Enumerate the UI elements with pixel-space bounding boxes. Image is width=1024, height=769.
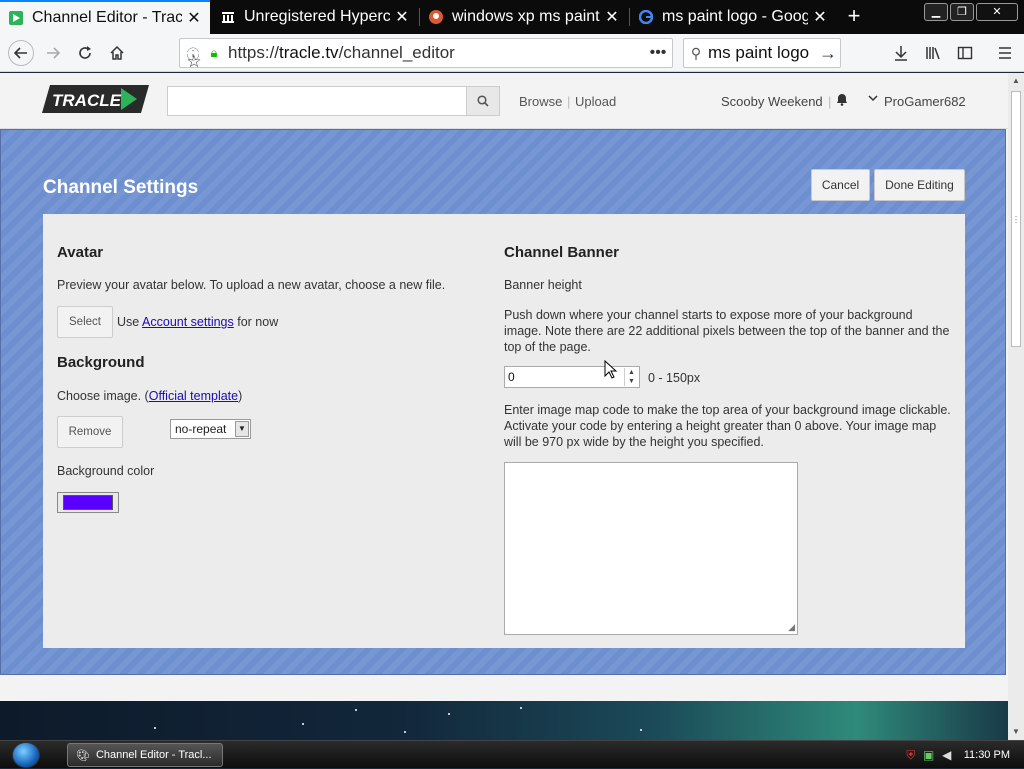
- close-tab-icon[interactable]: ✕: [604, 7, 620, 27]
- maximize-icon[interactable]: ❐: [950, 3, 974, 21]
- os-taskbar: 🎨︎ Channel Editor - Tracl... ⛨ ▣ ◀ 11:30…: [0, 740, 1024, 768]
- banner-height-input[interactable]: 0 ▲ ▼: [504, 366, 640, 388]
- sidebar-icon[interactable]: [954, 42, 976, 64]
- cancel-button[interactable]: Cancel: [811, 169, 870, 201]
- close-tab-icon[interactable]: ✕: [394, 7, 410, 27]
- tab-hypercam[interactable]: Unregistered Hypercam 2 ✕: [212, 0, 418, 34]
- avatar-use-text: Use Account settings for now: [117, 315, 279, 329]
- tracle-logo[interactable]: TRACLE: [42, 85, 149, 113]
- page-actions-icon[interactable]: •••: [644, 44, 672, 62]
- avatar-heading: Avatar: [57, 244, 104, 261]
- done-editing-button[interactable]: Done Editing: [874, 169, 965, 201]
- remove-background-button[interactable]: Remove: [57, 416, 123, 448]
- site-search-input[interactable]: [167, 86, 467, 116]
- account-settings-link[interactable]: Account settings: [142, 315, 234, 329]
- dropdown-arrow-icon: ▼: [235, 421, 249, 437]
- banner-height-range: 0 - 150px: [648, 371, 701, 385]
- page-bottom-strip: [0, 675, 1008, 701]
- tab-title: Channel Editor - Tracle.tv: [32, 9, 182, 26]
- banner-height-label: Banner height: [504, 278, 582, 292]
- official-template-link[interactable]: Official template: [149, 389, 238, 403]
- chevron-down-icon[interactable]: [868, 93, 878, 106]
- close-tab-icon[interactable]: ✕: [186, 8, 202, 28]
- choose-image-text: Choose image. (Official template): [57, 389, 243, 403]
- page-scrollbar[interactable]: ▲ --- ▼: [1008, 73, 1024, 740]
- tab-ms-paint-logo[interactable]: ms paint logo - Google Search ✕: [630, 0, 836, 34]
- banner-height-description: Push down where your channel starts to e…: [504, 308, 950, 354]
- close-tab-icon[interactable]: ✕: [812, 7, 828, 27]
- google-favicon-icon: [638, 9, 654, 25]
- scroll-down-arrow-icon[interactable]: ▼: [1008, 724, 1024, 740]
- window-close-icon[interactable]: ✕: [976, 3, 1018, 21]
- minimize-icon[interactable]: ▁: [924, 3, 948, 21]
- url-bar[interactable]: ⓘ 🔒︎ https://tracle.tv/channel_editor ••…: [179, 38, 673, 71]
- lock-icon[interactable]: 🔒︎: [206, 45, 222, 61]
- system-tray: ⛨ ▣ ◀ 11:30 PM: [904, 741, 1024, 769]
- imagemap-code-textarea[interactable]: ◢: [504, 462, 798, 635]
- search-bar[interactable]: ⚲ ms paint logo →: [683, 38, 841, 68]
- search-icon: ⚲: [690, 44, 702, 61]
- browse-link[interactable]: Browse: [519, 94, 562, 109]
- network-icon[interactable]: ▣: [922, 748, 936, 762]
- taskbar-item-firefox[interactable]: 🎨︎ Channel Editor - Tracl...: [67, 743, 223, 767]
- web-page: TRACLE Browse | Upload Scooby Weekend | …: [0, 73, 1008, 701]
- forward-arrow-icon[interactable]: [42, 42, 64, 64]
- scroll-up-arrow-icon[interactable]: ▲: [1008, 73, 1024, 89]
- site-search-button[interactable]: [467, 86, 500, 116]
- library-icon[interactable]: [922, 42, 944, 64]
- tab-channel-editor[interactable]: Channel Editor - Tracle.tv ✕: [0, 0, 210, 34]
- background-color-label: Background color: [57, 464, 155, 478]
- tracle-favicon-icon: [8, 10, 24, 26]
- browser-nav-bar: ⓘ 🔒︎ https://tracle.tv/channel_editor ••…: [0, 34, 1024, 72]
- hamburger-menu-icon[interactable]: [994, 42, 1016, 64]
- site-header: TRACLE Browse | Upload Scooby Weekend | …: [0, 73, 1008, 129]
- browser-tab-bar: Channel Editor - Tracle.tv ✕ Unregistere…: [0, 0, 1024, 34]
- search-bar-value[interactable]: ms paint logo: [708, 43, 816, 63]
- download-icon[interactable]: [890, 42, 912, 64]
- start-button-icon[interactable]: [12, 742, 40, 768]
- new-tab-plus-icon[interactable]: +: [842, 4, 866, 28]
- logo-text: TRACLE: [52, 91, 122, 110]
- reload-icon[interactable]: [74, 42, 96, 64]
- channel-banner-area: Channel Settings Cancel Done Editing Ava…: [0, 129, 1006, 675]
- tab-title: ms paint logo - Google Search: [662, 8, 808, 25]
- clock[interactable]: 11:30 PM: [964, 749, 1010, 761]
- page-title: Channel Settings: [43, 177, 199, 198]
- wikipedia-favicon-icon: [220, 9, 236, 25]
- mouse-cursor-icon: [604, 360, 618, 379]
- background-color-picker[interactable]: [57, 492, 119, 513]
- paint-palette-icon: 🎨︎: [76, 749, 90, 762]
- color-swatch: [63, 495, 113, 510]
- imagemap-description: Enter image map code to make the top are…: [504, 403, 951, 449]
- channel-banner-heading: Channel Banner: [504, 244, 620, 261]
- bookmark-star-icon[interactable]: ☆: [180, 52, 208, 71]
- scrollbar-grip: ---: [1014, 212, 1018, 227]
- url-text[interactable]: https://tracle.tv/channel_editor: [222, 43, 644, 63]
- background-image-strip: [0, 701, 1008, 740]
- upload-link[interactable]: Upload: [575, 94, 616, 109]
- channel-name-link[interactable]: Scooby Weekend: [721, 94, 823, 109]
- tab-title: Unregistered Hypercam 2: [244, 8, 390, 25]
- security-shield-icon[interactable]: ⛨: [904, 748, 918, 762]
- tab-title: windows xp ms paint: [452, 8, 600, 25]
- background-repeat-select[interactable]: no-repeat ▼: [170, 419, 251, 439]
- number-spinner-icon[interactable]: ▲ ▼: [624, 368, 638, 386]
- window-controls: ▁ ❐ ✕: [924, 3, 1018, 21]
- search-icon: [477, 95, 489, 107]
- back-arrow-icon[interactable]: [8, 40, 34, 66]
- resize-grip-icon[interactable]: ◢: [788, 622, 795, 633]
- select-avatar-button[interactable]: Select: [57, 306, 113, 338]
- settings-panel: Avatar Preview your avatar below. To upl…: [43, 214, 965, 648]
- bell-icon[interactable]: [836, 93, 848, 109]
- username-menu[interactable]: ProGamer682: [884, 94, 966, 109]
- background-heading: Background: [57, 354, 145, 371]
- home-icon[interactable]: [106, 42, 128, 64]
- tab-windows-xp-paint[interactable]: windows xp ms paint ✕: [420, 0, 628, 34]
- volume-icon[interactable]: ◀: [940, 748, 954, 762]
- duckduckgo-favicon-icon: [428, 9, 444, 25]
- avatar-description: Preview your avatar below. To upload a n…: [57, 278, 446, 292]
- search-go-arrow-icon[interactable]: →: [816, 43, 840, 64]
